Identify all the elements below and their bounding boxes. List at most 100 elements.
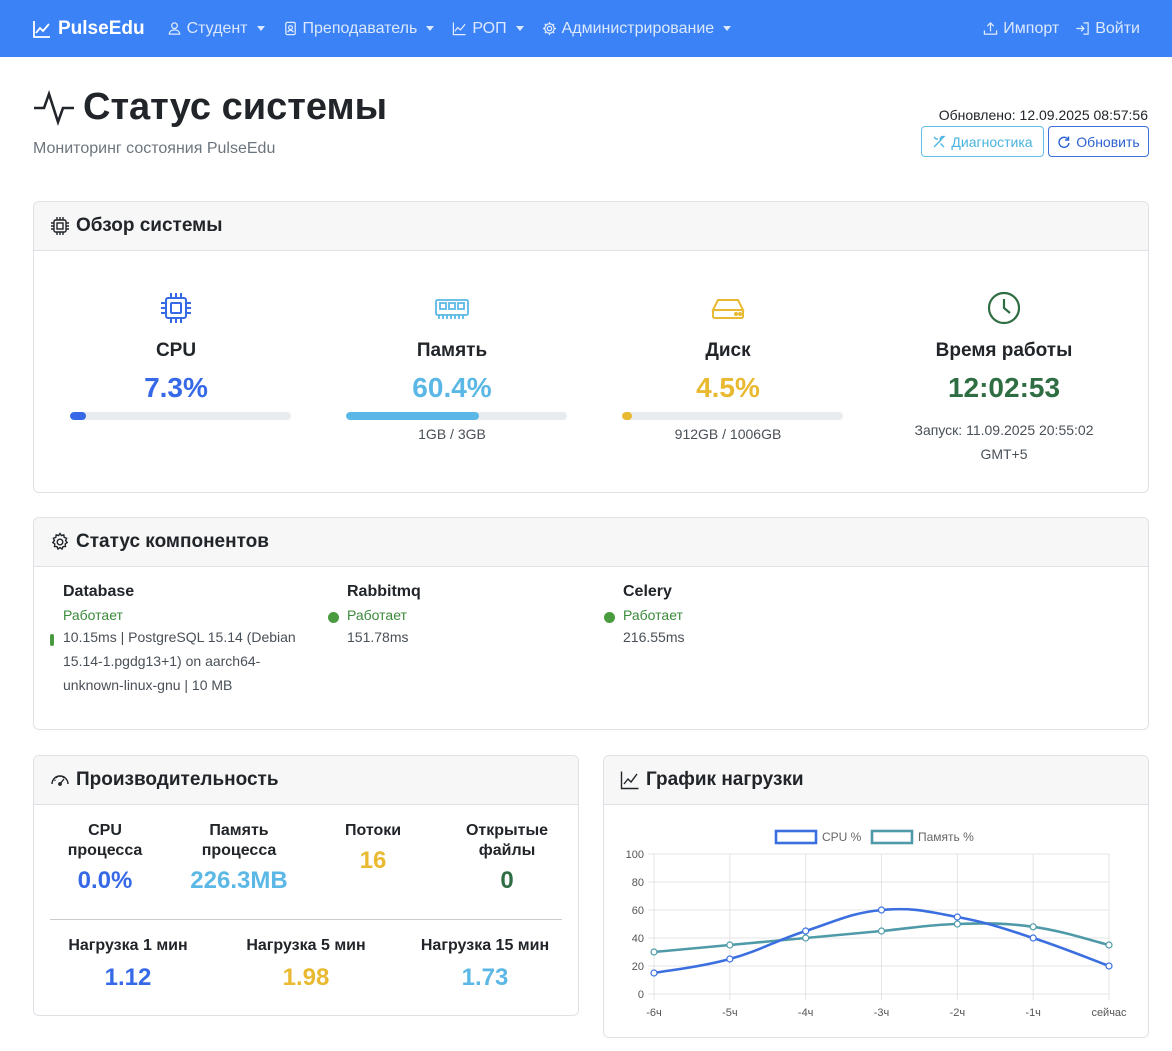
page-title-text: Статус системы: [83, 86, 388, 128]
nav-teacher-label: Преподаватель: [302, 19, 418, 37]
data-point: [1029, 934, 1037, 942]
status-indicator-icon: [50, 634, 54, 646]
legend-swatch: [870, 829, 914, 845]
component-name: Rabbitmq: [347, 583, 421, 600]
data-point: [726, 941, 734, 949]
memory-progress-fill: [346, 412, 480, 420]
disk-label: Диск: [705, 340, 751, 361]
data-point: [1105, 962, 1113, 970]
uptime-value: 12:02:53: [947, 372, 1061, 403]
disk-value: 4.5%: [696, 372, 760, 403]
components-header: Статус компонентов: [34, 518, 1148, 567]
status-indicator-icon: [604, 612, 615, 623]
gear-icon: [51, 532, 69, 551]
uptime-start-date: Запуск: 11.09.2025 20:55:02: [914, 422, 1094, 438]
stat-label: CPU процесса: [54, 821, 156, 861]
overview-title: Обзор системы: [76, 215, 223, 236]
disk-progress: [622, 412, 843, 420]
chevron-down-icon: [515, 26, 524, 31]
diagnostics-button[interactable]: Диагностика: [921, 126, 1044, 157]
nav-admin-label: Администрирование: [561, 19, 715, 37]
threads-stat: Потоки 16: [324, 821, 422, 875]
data-point: [802, 934, 810, 942]
legend-swatch: [774, 829, 818, 845]
component-detail: 216.55ms: [623, 629, 685, 645]
page-title: Статус системы: [33, 86, 387, 129]
nav-student-label: Студент: [186, 19, 248, 37]
x-tick-label: -2ч: [950, 1007, 966, 1019]
data-point: [650, 948, 658, 956]
stat-value: 1.12: [104, 964, 152, 991]
nav-import[interactable]: Импорт: [983, 20, 1059, 38]
gear-icon: [542, 21, 556, 36]
stat-label: Нагрузка 5 мин: [246, 937, 366, 954]
open-files-stat: Открытые файлы 0: [454, 821, 560, 895]
data-point: [1029, 923, 1037, 931]
data-point: [953, 920, 961, 928]
x-tick-label: -5ч: [722, 1007, 738, 1019]
memory-value: 60.4%: [412, 372, 492, 403]
stat-value: 226.3MB: [190, 867, 288, 894]
load-15-stat: Нагрузка 15 мин 1.73: [410, 936, 560, 992]
data-point: [953, 913, 961, 921]
chart-line-icon: [453, 22, 466, 36]
clock-icon: [987, 291, 1021, 325]
nav-teacher[interactable]: Преподаватель: [283, 20, 435, 38]
navbar: PulseEdu Студент Преподаватель РОП Админ…: [0, 0, 1172, 57]
component-status: Работает: [347, 607, 407, 623]
refresh-button[interactable]: Обновить: [1048, 126, 1149, 157]
data-point: [726, 955, 734, 963]
tools-icon: [933, 135, 946, 147]
y-tick-label: 40: [632, 933, 644, 945]
cpu-progress: [70, 412, 291, 420]
x-tick-label: -1ч: [1025, 1007, 1041, 1019]
nav-import-label: Импорт: [1003, 19, 1060, 37]
nav-student[interactable]: Студент: [167, 20, 265, 38]
cpu-value: 7.3%: [144, 372, 208, 403]
chart-line-icon: [33, 20, 50, 38]
refresh-icon: [1058, 136, 1070, 148]
data-point: [877, 906, 886, 914]
component-status: Работает: [623, 607, 683, 623]
x-tick-label: -6ч: [646, 1007, 662, 1019]
stat-label-line: Память: [209, 822, 269, 839]
x-tick-label: -3ч: [874, 1007, 890, 1019]
brand-name: PulseEdu: [58, 17, 145, 39]
stat-label-line: файлы: [478, 842, 536, 859]
load-chart-card: График нагрузки 0 20 40 60 80 100 -6ч -5ч -4ч -3ч…: [603, 755, 1149, 1038]
component-status: Работает: [63, 607, 123, 623]
brand-link[interactable]: PulseEdu: [32, 18, 145, 40]
updated-timestamp: Обновлено: 12.09.2025 08:57:56: [938, 107, 1148, 123]
component-detail: 10.15ms | PostgreSQL 15.14 (Debian 15.14…: [63, 625, 303, 697]
stat-label: Память процесса: [180, 821, 298, 861]
uptime-label: Время работы: [935, 340, 1073, 361]
badge-icon: [284, 21, 296, 36]
page-subtitle: Мониторинг состояния PulseEdu: [33, 140, 276, 157]
component-rabbitmq: Rabbitmq Работает 151.78ms: [347, 583, 577, 649]
hdd-icon: [711, 299, 745, 319]
y-tick-label: 0: [638, 989, 644, 1001]
cpu-progress-fill: [70, 412, 87, 420]
stat-label-line: CPU: [88, 822, 122, 839]
nav-login[interactable]: Войти: [1075, 20, 1140, 38]
load-5-stat: Нагрузка 5 мин 1.98: [232, 936, 380, 992]
data-point: [1105, 941, 1113, 949]
y-tick-label: 60: [632, 905, 644, 917]
stat-value: 1.73: [461, 964, 509, 991]
y-tick-label: 20: [632, 961, 644, 973]
stat-label: Открытые файлы: [454, 821, 560, 861]
component-database: Database Работает 10.15ms | PostgreSQL 1…: [63, 583, 303, 697]
component-detail-line: 15.14-1.pgdg13+1) on aarch64-: [63, 653, 261, 669]
user-icon: [168, 22, 180, 35]
stat-label-line: процесса: [67, 842, 143, 859]
components-card: Статус компонентов Database Работает 10.…: [33, 517, 1149, 730]
login-icon: [1076, 22, 1089, 35]
component-detail-line: 10.15ms | PostgreSQL 15.14 (Debian: [63, 629, 296, 645]
nav-admin[interactable]: Администрирование: [542, 20, 732, 38]
memory-progress: [346, 412, 567, 420]
component-detail-line: unknown-linux-gnu | 10 MB: [63, 677, 233, 693]
cpu-label: CPU: [155, 340, 197, 361]
divider: [50, 919, 562, 920]
nav-rop[interactable]: РОП: [452, 20, 524, 38]
memory-usage: 1GB / 3GB: [418, 426, 486, 442]
